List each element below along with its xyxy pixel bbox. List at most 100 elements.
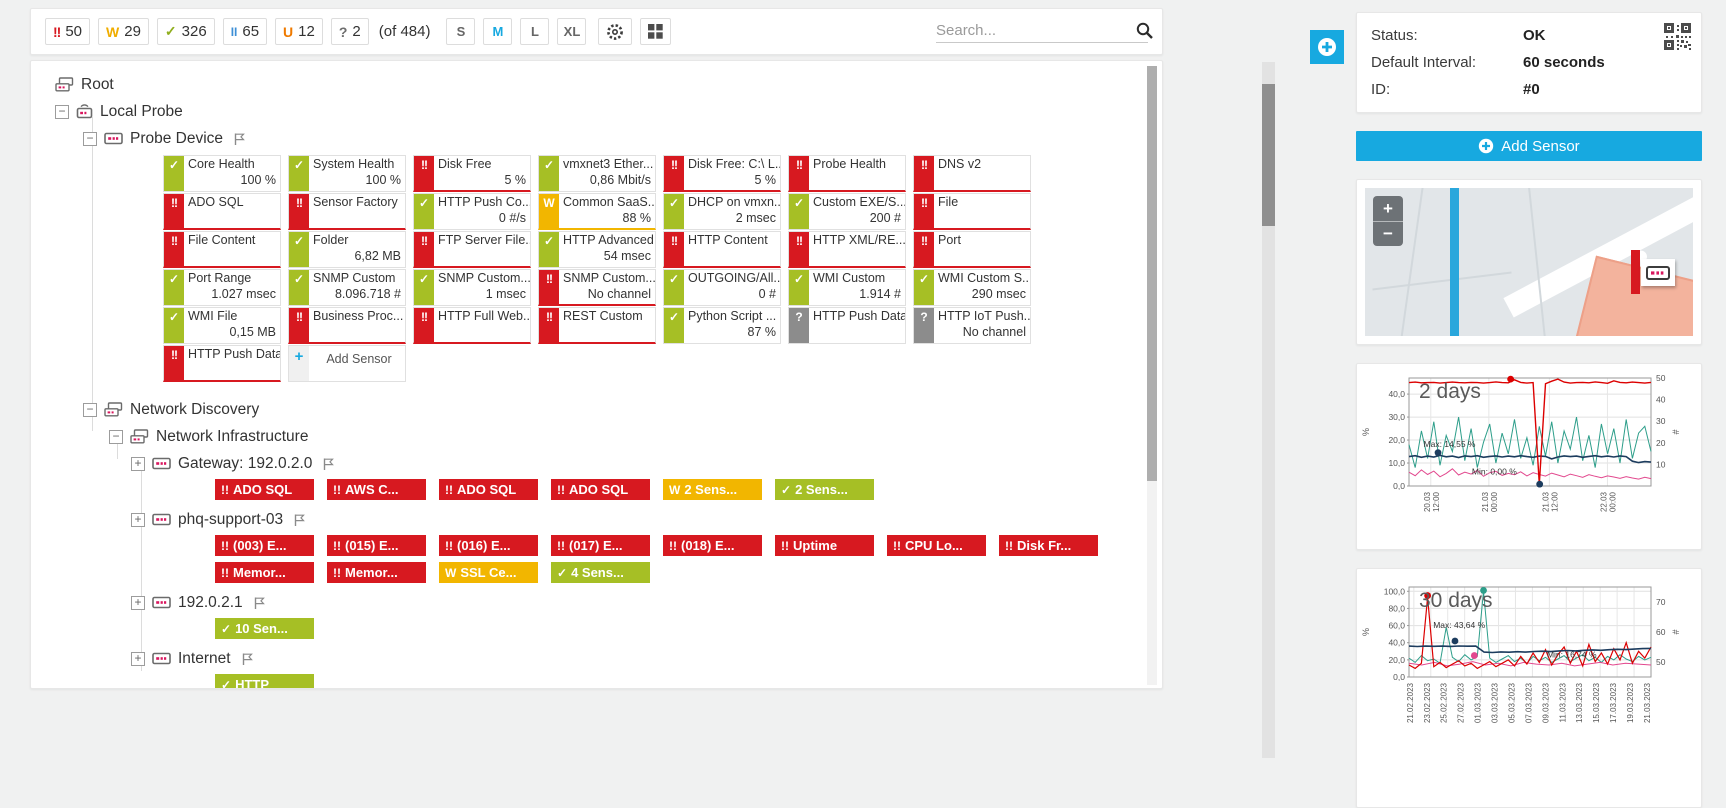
sensor-tile[interactable]: ✓HTTP Advanced54 msec bbox=[538, 231, 656, 268]
tile-size-button-l[interactable]: L bbox=[520, 18, 549, 45]
sensor-tile[interactable]: !!FTP Server File... bbox=[413, 231, 531, 268]
sensor-chip[interactable]: !!(017) E... bbox=[551, 535, 650, 556]
tree-node[interactable]: +Gateway: 192.0.2.0 bbox=[131, 450, 1162, 477]
sensor-chip[interactable]: !!(003) E... bbox=[215, 535, 314, 556]
sensor-tile[interactable]: !!Disk Free5 % bbox=[413, 155, 531, 192]
sensor-tile[interactable]: ✓DHCP on vmxn...2 msec bbox=[663, 193, 781, 230]
sensor-tile[interactable]: ✓SNMP Custom...1 msec bbox=[413, 269, 531, 306]
sensor-chip[interactable]: WSSL Ce... bbox=[439, 562, 538, 583]
page-scrollbar[interactable] bbox=[1262, 62, 1275, 758]
sensor-tile[interactable]: !!HTTP Content bbox=[663, 231, 781, 268]
tile-view-button[interactable] bbox=[640, 18, 671, 45]
sensor-chip[interactable]: !!Memor... bbox=[215, 562, 314, 583]
sensor-chip[interactable]: !!ADO SQL bbox=[439, 479, 538, 500]
sensor-tile[interactable]: ✓Python Script ...87 % bbox=[663, 307, 781, 344]
expand-toggle-icon[interactable]: + bbox=[131, 596, 145, 610]
graph-2days[interactable]: 0,010,020,030,040,01020304050%#Max: 14,5… bbox=[1359, 368, 1697, 540]
flag-icon[interactable] bbox=[241, 652, 254, 666]
sensor-tile[interactable]: ✓WMI Custom1.914 # bbox=[788, 269, 906, 306]
sensor-chip[interactable]: ✓HTTP bbox=[215, 674, 314, 689]
sensor-chip[interactable]: !!(016) E... bbox=[439, 535, 538, 556]
tree-node[interactable]: −Local Probe bbox=[55, 98, 1162, 125]
page-scrollbar-thumb[interactable] bbox=[1262, 84, 1275, 226]
sensor-tile[interactable]: !!HTTP Push Data bbox=[163, 345, 281, 382]
status-count-up[interactable]: ✓326 bbox=[157, 18, 215, 45]
sensor-tile[interactable]: ✓System Health100 % bbox=[288, 155, 406, 192]
status-count-unusual[interactable]: U12 bbox=[275, 18, 323, 45]
auto-refresh-button[interactable] bbox=[598, 18, 632, 45]
sensor-tile[interactable]: ✓vmxnet3 Ether...0,86 Mbit/s bbox=[538, 155, 656, 192]
sensor-tile[interactable]: !!DNS v2 bbox=[913, 155, 1031, 192]
sensor-tile[interactable]: ✓Folder6,82 MB bbox=[288, 231, 406, 268]
flag-icon[interactable] bbox=[253, 596, 266, 610]
flag-icon[interactable] bbox=[233, 132, 246, 146]
tile-size-button-xl[interactable]: XL bbox=[557, 18, 586, 45]
search-icon[interactable] bbox=[1135, 21, 1154, 40]
sensor-tile[interactable]: !!Port bbox=[913, 231, 1031, 268]
sensor-chip[interactable]: ✓2 Sens... bbox=[775, 479, 874, 500]
flag-icon[interactable] bbox=[293, 513, 306, 527]
sensor-tile[interactable]: !!ADO SQL bbox=[163, 193, 281, 230]
sensor-tile[interactable]: ✓Custom EXE/S...200 # bbox=[788, 193, 906, 230]
sensor-tile[interactable]: !!HTTP Full Web... bbox=[413, 307, 531, 344]
sensor-tile[interactable]: !!Disk Free: C:\ L...5 % bbox=[663, 155, 781, 192]
sensor-tile[interactable]: ✓Core Health100 % bbox=[163, 155, 281, 192]
tree-node[interactable]: +Internet bbox=[131, 645, 1162, 672]
sensor-tile[interactable]: !!Sensor Factory bbox=[288, 193, 406, 230]
tree-node[interactable]: +phq-support-03 bbox=[131, 506, 1162, 533]
sensor-tile[interactable]: !!REST Custom bbox=[538, 307, 656, 344]
sensor-chip[interactable]: !!AWS C... bbox=[327, 479, 426, 500]
status-count-down[interactable]: !!50 bbox=[45, 18, 90, 45]
sensor-tile[interactable]: !!SNMP Custom...No channel bbox=[538, 269, 656, 306]
flag-icon[interactable] bbox=[322, 457, 335, 471]
add-object-button[interactable] bbox=[1310, 30, 1344, 64]
qr-code-icon[interactable] bbox=[1664, 23, 1691, 55]
status-count-warning[interactable]: W29 bbox=[98, 18, 149, 45]
sensor-tile[interactable]: ✓SNMP Custom8.096.718 # bbox=[288, 269, 406, 306]
tree-node[interactable]: +192.0.2.1 bbox=[131, 589, 1162, 616]
sensor-chip[interactable]: !!(015) E... bbox=[327, 535, 426, 556]
sensor-tile[interactable]: ✓OUTGOING/All...0 # bbox=[663, 269, 781, 306]
tile-size-button-m[interactable]: M bbox=[483, 18, 512, 45]
tree-node[interactable]: −Network Discovery bbox=[83, 396, 1162, 423]
status-count-unknown[interactable]: ?2 bbox=[331, 18, 369, 45]
sensor-tile[interactable]: !!HTTP XML/RE... bbox=[788, 231, 906, 268]
collapse-toggle-icon[interactable]: − bbox=[83, 403, 97, 417]
add-sensor-button[interactable]: Add Sensor bbox=[1356, 131, 1702, 161]
expand-toggle-icon[interactable]: + bbox=[131, 652, 145, 666]
sensor-tile[interactable]: ✓Port Range1.027 msec bbox=[163, 269, 281, 306]
sensor-chip[interactable]: ✓4 Sens... bbox=[551, 562, 650, 583]
status-count-paused[interactable]: II65 bbox=[223, 18, 267, 45]
map-zoom-in-button[interactable]: + bbox=[1373, 196, 1403, 221]
sensor-chip[interactable]: !!Memor... bbox=[327, 562, 426, 583]
collapse-toggle-icon[interactable]: − bbox=[83, 132, 97, 146]
sensor-tile[interactable]: !!Business Proc... bbox=[288, 307, 406, 344]
sensor-tile[interactable]: ?HTTP IoT Push...No channel bbox=[913, 307, 1031, 344]
graph-30days[interactable]: 0,020,040,060,080,0100,0506070%#Max: 43,… bbox=[1359, 573, 1697, 803]
expand-toggle-icon[interactable]: + bbox=[131, 457, 145, 471]
sensor-chip[interactable]: !!CPU Lo... bbox=[887, 535, 986, 556]
collapse-toggle-icon[interactable]: − bbox=[109, 430, 123, 444]
sensor-tile[interactable]: !!Probe Health bbox=[788, 155, 906, 192]
sensor-chip[interactable]: W2 Sens... bbox=[663, 479, 762, 500]
sensor-tile[interactable]: ✓WMI Custom S...290 msec bbox=[913, 269, 1031, 306]
expand-toggle-icon[interactable]: + bbox=[131, 513, 145, 527]
add-sensor-tile[interactable]: +Add Sensor bbox=[288, 345, 406, 382]
sensor-tile[interactable]: ?HTTP Push Data bbox=[788, 307, 906, 344]
sensor-chip[interactable]: !!Disk Fr... bbox=[999, 535, 1098, 556]
sensor-tile[interactable]: WCommon SaaS...88 % bbox=[538, 193, 656, 230]
map-zoom-out-button[interactable]: − bbox=[1373, 221, 1403, 246]
collapse-toggle-icon[interactable]: − bbox=[55, 105, 69, 119]
tree-node[interactable]: Root bbox=[55, 71, 1162, 98]
sensor-tile[interactable]: !!File Content bbox=[163, 231, 281, 268]
sensor-chip[interactable]: !!Uptime bbox=[775, 535, 874, 556]
geo-map[interactable]: + − bbox=[1365, 188, 1693, 336]
tree-node[interactable]: −Probe Device bbox=[83, 125, 1162, 152]
search-input[interactable] bbox=[936, 22, 1135, 39]
sensor-chip[interactable]: !!ADO SQL bbox=[551, 479, 650, 500]
sensor-tile[interactable]: !!File bbox=[913, 193, 1031, 230]
sensor-chip[interactable]: !!(018) E... bbox=[663, 535, 762, 556]
sensor-tile[interactable]: ✓WMI File0,15 MB bbox=[163, 307, 281, 344]
tile-size-button-s[interactable]: S bbox=[446, 18, 475, 45]
sensor-tile[interactable]: ✓HTTP Push Co...0 #/s bbox=[413, 193, 531, 230]
